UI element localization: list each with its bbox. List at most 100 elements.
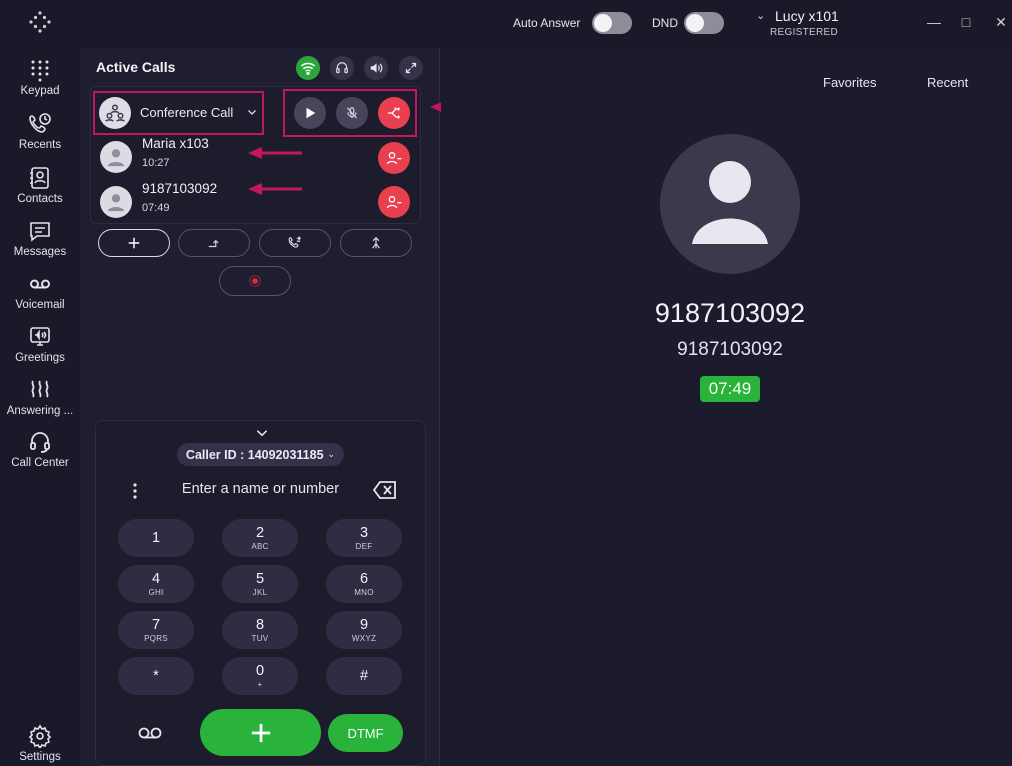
minimize-button[interactable]: — bbox=[924, 12, 944, 32]
transfer-button[interactable] bbox=[178, 229, 250, 257]
sidebar-item-call-center[interactable]: Call Center bbox=[0, 430, 80, 469]
add-call-button[interactable] bbox=[98, 229, 170, 257]
key-letters: MNO bbox=[354, 587, 374, 597]
close-window-button[interactable]: ✕ bbox=[991, 12, 1011, 32]
key-letters: JKL bbox=[252, 587, 268, 597]
sidebar-item-label: Greetings bbox=[15, 352, 65, 364]
user-name[interactable]: Lucy x101 bbox=[775, 8, 839, 24]
title-bar: Auto Answer DND ⌄ Lucy x101 REGISTERED —… bbox=[0, 0, 1012, 48]
sidebar-item-label: Voicemail bbox=[15, 299, 65, 311]
sidebar-item-contacts[interactable]: Contacts bbox=[0, 166, 80, 205]
participant-avatar bbox=[100, 141, 132, 173]
dial-key-1[interactable]: 1 bbox=[118, 519, 194, 557]
key-digit: 3 bbox=[359, 524, 369, 541]
dial-key-2[interactable]: 2 ABC bbox=[222, 519, 298, 557]
key-letters: GHI bbox=[148, 587, 164, 597]
sidebar-item-label: Settings bbox=[19, 751, 61, 763]
dial-key-4[interactable]: 4 GHI bbox=[118, 565, 194, 603]
key-digit: 6 bbox=[359, 570, 369, 587]
voicemail-icon bbox=[30, 279, 50, 289]
attended-transfer-button[interactable] bbox=[259, 229, 331, 257]
greetings-icon bbox=[30, 327, 50, 346]
mute-button[interactable] bbox=[336, 97, 368, 129]
dial-key-6[interactable]: 6 MNO bbox=[326, 565, 402, 603]
registration-status: REGISTERED bbox=[770, 27, 839, 38]
sidebar-item-label: Contacts bbox=[17, 193, 63, 205]
tab-recent[interactable]: Recent bbox=[927, 75, 968, 90]
contacts-icon bbox=[30, 167, 49, 189]
dial-key-star[interactable]: * bbox=[118, 657, 194, 695]
dnd-toggle[interactable] bbox=[684, 12, 724, 34]
caller-number-secondary: 9187103092 bbox=[677, 339, 783, 360]
auto-answer-label: Auto Answer bbox=[513, 16, 581, 30]
backspace-icon[interactable] bbox=[373, 480, 397, 500]
contact-avatar bbox=[660, 134, 800, 274]
headset-button[interactable] bbox=[330, 56, 354, 80]
sidebar-item-label: Keypad bbox=[20, 85, 60, 97]
auto-answer-toggle[interactable] bbox=[592, 12, 632, 34]
sidebar-item-settings[interactable]: Settings bbox=[0, 724, 80, 763]
plus-icon bbox=[251, 723, 270, 742]
dial-number-input[interactable] bbox=[158, 478, 363, 500]
sidebar: Keypad Recents Contacts Messages Voicema… bbox=[0, 48, 80, 766]
maximize-button[interactable]: □ bbox=[956, 12, 976, 32]
remove-user-icon bbox=[386, 196, 402, 209]
sidebar-item-messages[interactable]: Messages bbox=[0, 219, 80, 258]
remove-participant-button[interactable] bbox=[378, 142, 410, 174]
call-timer: 07:49 bbox=[700, 376, 760, 402]
key-letters: + bbox=[257, 679, 263, 689]
split-icon bbox=[388, 107, 400, 119]
sidebar-item-greetings[interactable]: Greetings bbox=[0, 325, 80, 364]
voicemail-icon[interactable] bbox=[137, 725, 163, 741]
messages-icon bbox=[30, 222, 50, 242]
app-window: Auto Answer DND ⌄ Lucy x101 REGISTERED —… bbox=[0, 0, 1012, 766]
key-letters: ABC bbox=[251, 541, 269, 551]
mic-off-icon bbox=[346, 107, 358, 119]
participant-duration: 07:49 bbox=[142, 202, 170, 214]
participant-name: Maria x103 bbox=[142, 136, 209, 151]
sidebar-item-label: Call Center bbox=[11, 457, 69, 469]
recents-icon bbox=[29, 113, 51, 133]
sidebar-item-recents[interactable]: Recents bbox=[0, 112, 80, 151]
dial-key-3[interactable]: 3 DEF bbox=[326, 519, 402, 557]
transfer-icon bbox=[208, 239, 219, 248]
dial-key-5[interactable]: 5 JKL bbox=[222, 565, 298, 603]
remove-participant-button[interactable] bbox=[378, 186, 410, 218]
resume-call-button[interactable] bbox=[294, 97, 326, 129]
sidebar-item-keypad[interactable]: Keypad bbox=[0, 58, 80, 97]
dial-key-8[interactable]: 8 TUV bbox=[222, 611, 298, 649]
more-options-icon[interactable] bbox=[130, 482, 140, 500]
active-calls-title: Active Calls bbox=[96, 59, 176, 75]
sidebar-item-voicemail[interactable]: Voicemail bbox=[0, 272, 80, 311]
key-letters: WXYZ bbox=[351, 633, 377, 643]
conference-call-label[interactable]: Conference Call bbox=[140, 105, 233, 120]
speaker-button[interactable] bbox=[364, 56, 388, 80]
key-digit: 8 bbox=[255, 616, 265, 633]
dial-key-7[interactable]: 7 PQRS bbox=[118, 611, 194, 649]
person-icon bbox=[107, 194, 125, 212]
merge-calls-button[interactable] bbox=[340, 229, 412, 257]
dtmf-button[interactable]: DTMF bbox=[328, 714, 403, 752]
sidebar-item-label: Answering ... bbox=[6, 405, 74, 417]
caller-id-selector[interactable]: Caller ID : 14092031185 ⌄ bbox=[177, 443, 344, 466]
user-menu-chevron-icon[interactable]: ⌄ bbox=[756, 9, 765, 22]
add-call-dial-button[interactable] bbox=[200, 709, 321, 756]
dial-key-hash[interactable]: # bbox=[326, 657, 402, 695]
keypad-icon bbox=[31, 60, 49, 82]
key-digit: 9 bbox=[359, 616, 369, 633]
record-button[interactable] bbox=[219, 266, 291, 296]
key-digit: 1 bbox=[151, 529, 161, 546]
chevron-down-icon[interactable] bbox=[246, 106, 258, 118]
dial-key-9[interactable]: 9 WXYZ bbox=[326, 611, 402, 649]
participant-duration: 10:27 bbox=[142, 157, 170, 169]
collapse-dialpad-chevron-icon[interactable] bbox=[255, 426, 269, 440]
split-call-button[interactable] bbox=[378, 97, 410, 129]
network-status-button[interactable] bbox=[296, 56, 320, 80]
dnd-label: DND bbox=[652, 16, 678, 30]
key-digit: * bbox=[153, 667, 159, 684]
expand-button[interactable] bbox=[399, 56, 423, 80]
key-digit: 2 bbox=[255, 524, 265, 541]
dial-key-0[interactable]: 0 + bbox=[222, 657, 298, 695]
tab-favorites[interactable]: Favorites bbox=[823, 75, 876, 90]
sidebar-item-answering-rules[interactable]: Answering ... bbox=[0, 378, 80, 417]
